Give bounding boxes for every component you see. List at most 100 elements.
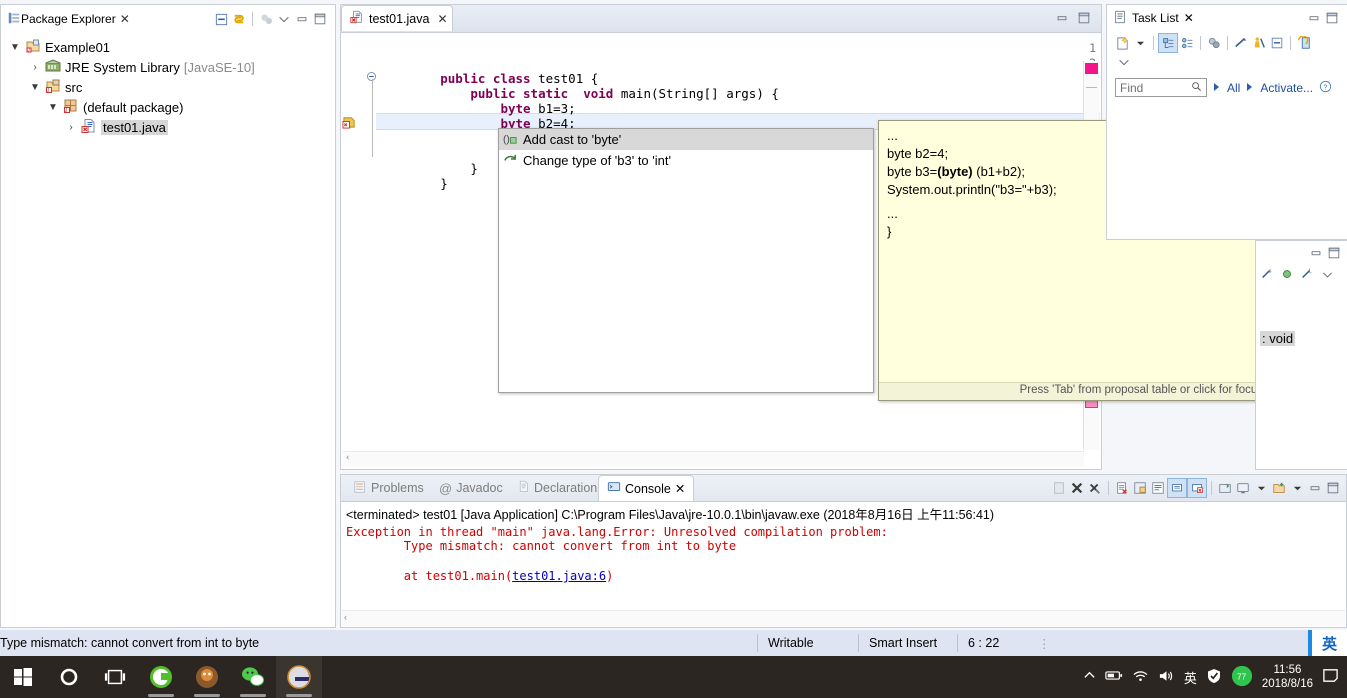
quick-fix-proposal-list[interactable]: () Add cast to 'byte' Change type of 'b3…	[498, 128, 874, 393]
terminate-icon[interactable]	[1068, 479, 1086, 497]
score-badge[interactable]: 77	[1231, 665, 1253, 690]
console-output[interactable]: <terminated> test01 [Java Application] C…	[342, 502, 1345, 610]
expand-arrow-icon[interactable]: ▼	[47, 102, 59, 113]
show-hidden-icons[interactable]	[1083, 669, 1096, 685]
remove-launch-icon[interactable]	[1113, 479, 1131, 497]
new-task-icon[interactable]	[1113, 34, 1131, 52]
clear-console-icon[interactable]	[1050, 479, 1068, 497]
show-console-on-output-icon[interactable]: ✖	[1187, 478, 1207, 498]
battery-icon[interactable]	[1105, 669, 1123, 685]
volume-icon[interactable]	[1158, 669, 1175, 686]
tree-label: src	[65, 79, 83, 95]
minimize-icon[interactable]	[293, 10, 311, 28]
proposal-item-change-type[interactable]: Change type of 'b3' to 'int'	[499, 150, 873, 171]
dropdown-arrow-icon[interactable]	[1131, 34, 1149, 52]
tree-item-test01-java[interactable]: › ✖ test01.java	[5, 117, 335, 137]
taskbar-eclipse[interactable]	[276, 656, 322, 698]
editor-horizontal-scrollbar[interactable]: ‹	[343, 451, 1084, 467]
tab-console[interactable]: Console ✕	[598, 475, 695, 501]
notification-icon[interactable]	[1322, 667, 1339, 687]
collapse-all-icon[interactable]	[212, 10, 230, 28]
scheduled-presentation-icon[interactable]	[1178, 34, 1196, 52]
maximize-icon[interactable]	[1323, 9, 1341, 27]
find-input[interactable]: Find	[1115, 78, 1207, 97]
windows-start-icon[interactable]	[0, 656, 46, 698]
view-menu-icon[interactable]	[275, 10, 293, 28]
tree-item-example01[interactable]: ▼ J Example01	[5, 37, 335, 57]
console-horizontal-scrollbar[interactable]: ‹	[342, 610, 1345, 626]
hide-fields-icon[interactable]	[1278, 265, 1296, 283]
scroll-left-arrow-icon[interactable]: ‹	[344, 612, 347, 622]
open-console-icon[interactable]	[1270, 479, 1288, 497]
word-wrap-icon[interactable]	[1149, 479, 1167, 497]
minimize-icon[interactable]	[1307, 244, 1325, 262]
taskbar-app[interactable]	[184, 656, 230, 698]
minimize-icon[interactable]	[1305, 9, 1323, 27]
expand-arrow-icon[interactable]: ▼	[9, 42, 21, 53]
focus-on-active-task-icon[interactable]	[257, 10, 275, 28]
synchronize-changed-icon[interactable]	[1232, 34, 1250, 52]
tab-declaration[interactable]: Declaration	[509, 475, 605, 501]
outline-item-label[interactable]: : void	[1260, 331, 1296, 346]
expand-arrow-icon[interactable]: ›	[65, 122, 77, 133]
dropdown-arrow-icon[interactable]	[1252, 479, 1270, 497]
error-marker-icon[interactable]: ✖	[342, 114, 357, 132]
tree-item-src[interactable]: ▼ J src	[5, 77, 335, 97]
collapse-all-icon[interactable]	[1268, 34, 1286, 52]
view-menu-icon[interactable]	[1115, 53, 1133, 71]
maximize-icon[interactable]	[1324, 479, 1342, 497]
remove-all-terminated-icon[interactable]	[1086, 479, 1104, 497]
maximize-icon[interactable]	[1075, 9, 1093, 27]
wifi-icon[interactable]	[1132, 669, 1149, 685]
view-menu-icon[interactable]	[1318, 265, 1336, 283]
task-view-icon[interactable]	[92, 656, 138, 698]
expand-arrow-icon[interactable]: ›	[29, 62, 41, 73]
dropdown-arrow-icon[interactable]	[1288, 479, 1306, 497]
close-icon[interactable]: ✕	[1184, 11, 1194, 25]
cortana-search-icon[interactable]	[46, 656, 92, 698]
scroll-lock-icon[interactable]	[1167, 478, 1187, 498]
restore-tasks-icon[interactable]	[1295, 34, 1313, 52]
categorized-presentation-icon[interactable]	[1158, 33, 1178, 53]
scroll-left-arrow-icon[interactable]: ‹	[345, 453, 350, 463]
pin-console-icon[interactable]	[1216, 479, 1234, 497]
maximize-icon[interactable]	[1325, 244, 1343, 262]
sort-icon[interactable]: s	[1258, 265, 1276, 283]
tree-item-jre-system-library[interactable]: › JRE System Library [JavaSE-10]	[5, 57, 335, 77]
close-icon[interactable]: ✕	[120, 12, 130, 26]
taskbar-clock[interactable]: 11:56 2018/8/16	[1262, 663, 1313, 691]
focus-on-workweek-icon[interactable]	[1205, 34, 1223, 52]
search-icon[interactable]	[1191, 81, 1202, 95]
filter-arrow-icon[interactable]	[1213, 81, 1221, 95]
expand-arrow-icon[interactable]: ▼	[29, 82, 41, 93]
fold-range-line	[372, 79, 373, 157]
scrollbar-thumb[interactable]	[1086, 87, 1097, 88]
ime-icon[interactable]: 英	[1184, 668, 1197, 687]
taskbar-wechat[interactable]	[230, 656, 276, 698]
lock-scroll-icon[interactable]	[1131, 479, 1149, 497]
filter-arrow-icon[interactable]	[1246, 81, 1254, 95]
ime-language-indicator[interactable]: 英	[1311, 630, 1347, 656]
person-icon[interactable]	[1250, 34, 1268, 52]
close-icon[interactable]: ✕	[437, 12, 447, 26]
maximize-icon[interactable]	[311, 10, 329, 28]
tree-item-default-package[interactable]: ▼ J (default package)	[5, 97, 335, 117]
tab-javadoc[interactable]: @ Javadoc	[431, 475, 511, 501]
filter-all-link[interactable]: All	[1227, 81, 1240, 95]
help-icon[interactable]: ?	[1319, 80, 1332, 96]
hide-static-icon[interactable]: L	[1298, 265, 1316, 283]
filter-activate-link[interactable]: Activate...	[1260, 81, 1313, 95]
minimize-icon[interactable]	[1306, 479, 1324, 497]
display-selected-console-icon[interactable]	[1234, 479, 1252, 497]
close-icon[interactable]: ✕	[675, 481, 685, 496]
security-icon[interactable]	[1206, 668, 1222, 687]
minimize-icon[interactable]	[1053, 9, 1071, 27]
proposal-item-add-cast[interactable]: () Add cast to 'byte'	[499, 129, 873, 150]
tab-problems[interactable]: Problems	[345, 475, 432, 501]
overview-error-marker[interactable]	[1085, 63, 1098, 74]
overview-error-marker-secondary[interactable]	[1085, 400, 1098, 408]
editor-tab-test01[interactable]: ✖ test01.java ✕	[341, 5, 453, 31]
stacktrace-link[interactable]: test01.java:6	[512, 569, 606, 583]
taskbar-browser[interactable]	[138, 656, 184, 698]
link-with-editor-icon[interactable]	[230, 10, 248, 28]
